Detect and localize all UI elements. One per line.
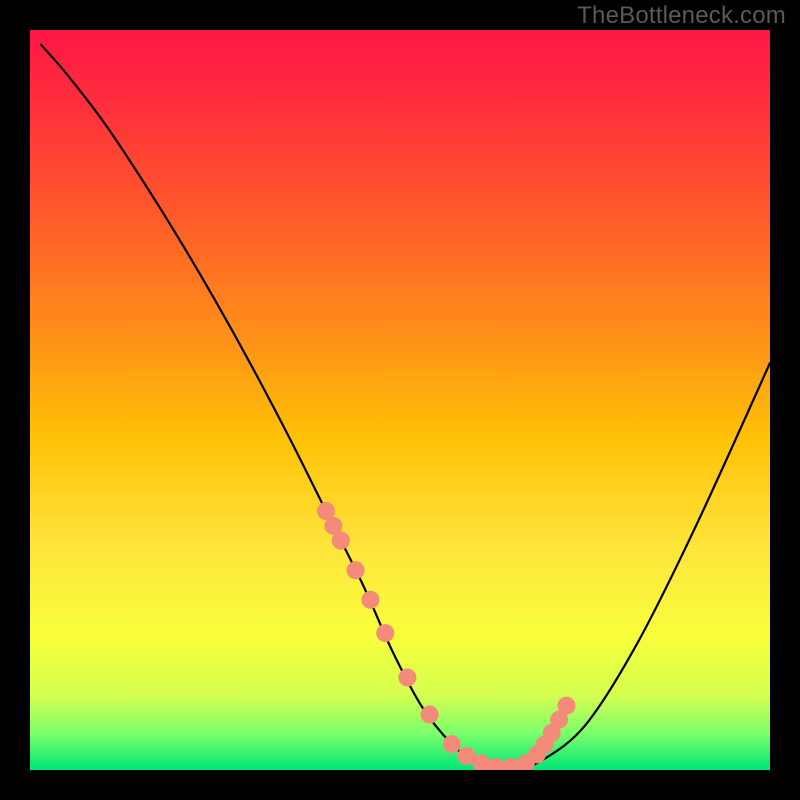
marker-dot (421, 706, 439, 724)
plot-svg (0, 0, 800, 800)
marker-dot (443, 735, 461, 753)
marker-dot (347, 561, 365, 579)
chart-stage: TheBottleneck.com (0, 0, 800, 800)
marker-dot (558, 697, 576, 715)
marker-dot (361, 591, 379, 609)
marker-dot (376, 624, 394, 642)
marker-dot (398, 669, 416, 687)
marker-dot (332, 532, 350, 550)
gradient-background (30, 30, 770, 770)
watermark-label: TheBottleneck.com (577, 2, 786, 30)
